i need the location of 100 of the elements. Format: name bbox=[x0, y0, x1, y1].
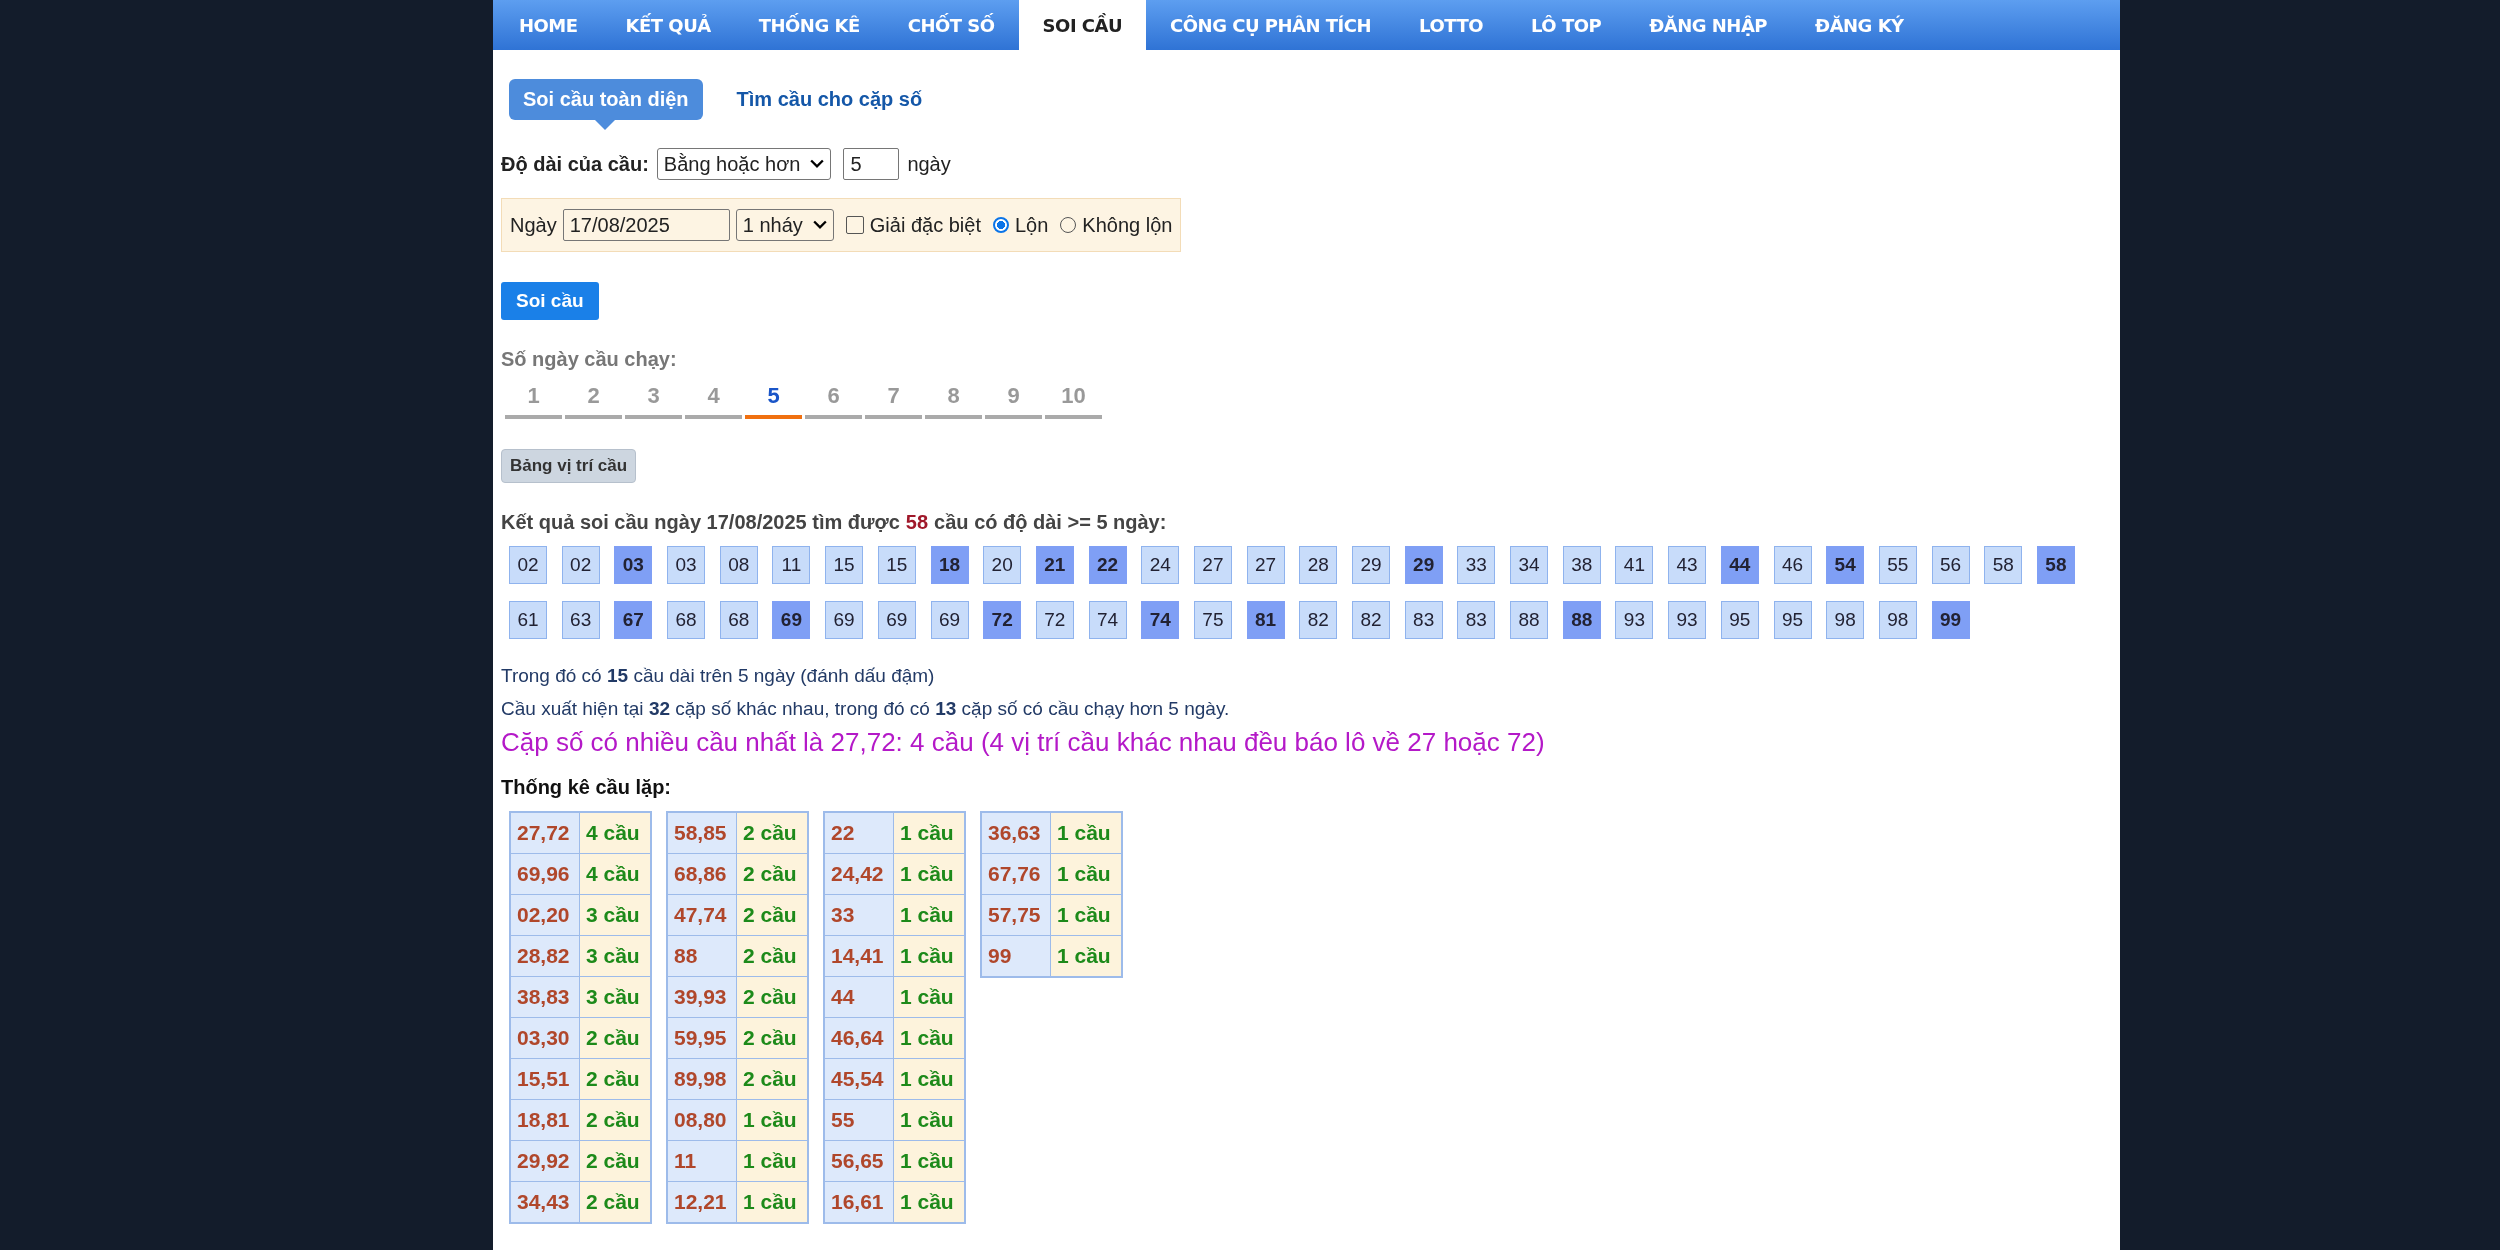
number-tag[interactable]: 21 bbox=[1035, 546, 1074, 584]
number-tag[interactable]: 28 bbox=[1299, 546, 1338, 584]
number-tag[interactable]: 93 bbox=[1615, 601, 1654, 639]
pair-cell: 67,76 bbox=[981, 853, 1051, 895]
number-tag[interactable]: 69 bbox=[772, 601, 811, 639]
checkbox[interactable] bbox=[845, 216, 864, 234]
number-tag[interactable]: 27 bbox=[1246, 546, 1285, 584]
number-tag[interactable]: 02 bbox=[509, 546, 547, 584]
pair-cell: 16,61 bbox=[824, 1181, 894, 1223]
number-tag[interactable]: 98 bbox=[1878, 601, 1917, 639]
number-tag[interactable]: 58 bbox=[1984, 546, 2023, 584]
count-cell: 1 cầu bbox=[893, 812, 965, 854]
nav-tab[interactable]: LOTTO bbox=[1395, 0, 1507, 50]
nav-tab[interactable]: THỐNG KÊ bbox=[734, 0, 884, 50]
number-tag[interactable]: 22 bbox=[1088, 546, 1127, 584]
number-tag[interactable]: 72 bbox=[1035, 601, 1074, 639]
nav-tab[interactable]: HOME bbox=[495, 0, 602, 50]
number-tag[interactable]: 93 bbox=[1668, 601, 1707, 639]
number-tag[interactable]: 15 bbox=[825, 546, 864, 584]
count-cell: 1 cầu bbox=[893, 1099, 965, 1141]
number-tag[interactable]: 88 bbox=[1562, 601, 1601, 639]
number-tag[interactable]: 24 bbox=[1141, 546, 1180, 584]
number-tag[interactable]: 68 bbox=[719, 601, 758, 639]
number-tag[interactable]: 61 bbox=[509, 601, 547, 639]
pair-cell: 14,41 bbox=[824, 935, 894, 977]
pair-cell: 59,95 bbox=[667, 1017, 737, 1059]
number-tag[interactable]: 02 bbox=[561, 546, 600, 584]
number-tag[interactable]: 20 bbox=[983, 546, 1022, 584]
number-tag[interactable]: 29 bbox=[1352, 546, 1390, 584]
count-cell: 1 cầu bbox=[893, 935, 965, 977]
number-tag[interactable]: 03 bbox=[667, 546, 706, 584]
nav-tab[interactable]: ĐĂNG NHẬP bbox=[1625, 0, 1792, 50]
number-tag[interactable]: 15 bbox=[877, 546, 916, 584]
number-tag[interactable]: 03 bbox=[614, 546, 653, 584]
pair-cell: 69,96 bbox=[510, 853, 580, 895]
number-tag[interactable]: 82 bbox=[1352, 601, 1390, 639]
result-heading: Kết quả soi cầu ngày 17/08/2025 tìm được bbox=[501, 511, 900, 534]
number-tag[interactable]: 58 bbox=[2036, 546, 2075, 584]
number-tag[interactable]: 69 bbox=[930, 601, 969, 639]
number-tag[interactable]: 68 bbox=[667, 601, 706, 639]
number-tag[interactable]: 56 bbox=[1931, 546, 1970, 584]
nav-tab[interactable]: KẾT QUẢ bbox=[601, 0, 735, 50]
number-tag[interactable]: 82 bbox=[1299, 601, 1338, 639]
nav-tab[interactable]: ĐĂNG KÝ bbox=[1791, 0, 1928, 50]
number-tag[interactable]: 83 bbox=[1404, 601, 1443, 639]
number-tag[interactable]: 99 bbox=[1931, 601, 1970, 639]
number-tag[interactable]: 43 bbox=[1668, 546, 1707, 584]
number-tag[interactable]: 18 bbox=[930, 546, 969, 584]
count-cell: 2 cầu bbox=[579, 1181, 651, 1223]
number-tag[interactable]: 41 bbox=[1615, 546, 1654, 584]
count-cell: 2 cầu bbox=[736, 1017, 808, 1059]
count-cell: 1 cầu bbox=[893, 853, 965, 895]
date-input[interactable]: 17/08/2025 bbox=[562, 209, 730, 241]
number-tag[interactable]: 69 bbox=[825, 601, 864, 639]
number-tag[interactable]: 81 bbox=[1246, 601, 1285, 639]
count-cell: 2 cầu bbox=[736, 976, 808, 1018]
count-cell: 2 cầu bbox=[579, 1058, 651, 1100]
number-tag[interactable]: 11 bbox=[772, 546, 811, 584]
nav-tab[interactable]: CHỐT SỐ bbox=[883, 0, 1019, 50]
number-tag[interactable]: 33 bbox=[1457, 546, 1496, 584]
day-tab[interactable]: 5 bbox=[745, 383, 802, 419]
number-tag[interactable]: 69 bbox=[877, 601, 916, 639]
count-cell: 2 cầu bbox=[579, 1099, 651, 1141]
number-tag[interactable]: 83 bbox=[1457, 601, 1496, 639]
number-tag[interactable]: 88 bbox=[1510, 601, 1549, 639]
number-tag[interactable]: 95 bbox=[1720, 601, 1759, 639]
nav-tab[interactable]: CÔNG CỤ PHÂN TÍCH bbox=[1146, 0, 1396, 50]
subtab[interactable]: Tìm cầu cho cặp số bbox=[722, 78, 937, 120]
count-cell: 2 cầu bbox=[736, 894, 808, 936]
radio-button[interactable] bbox=[992, 217, 1009, 233]
days-input[interactable]: 5 bbox=[843, 148, 900, 180]
number-tag[interactable]: 75 bbox=[1193, 601, 1232, 639]
number-tag[interactable]: 44 bbox=[1720, 546, 1759, 584]
position-table-button[interactable]: Bảng vị trí cầu bbox=[501, 449, 637, 483]
mode-dropdown[interactable]: 1 nháy bbox=[735, 209, 834, 241]
number-tag[interactable]: 95 bbox=[1773, 601, 1812, 639]
number-tag[interactable]: 74 bbox=[1088, 601, 1127, 639]
nav-tab[interactable]: LÔ TOP bbox=[1507, 0, 1626, 50]
pair-cell: 36,63 bbox=[981, 812, 1051, 854]
number-tag[interactable]: 67 bbox=[614, 601, 653, 639]
nav-tab[interactable]: SOI CẦU bbox=[1018, 0, 1147, 50]
submit-button[interactable]: Soi cầu bbox=[501, 282, 599, 320]
number-tag[interactable]: 46 bbox=[1773, 546, 1812, 584]
number-tag[interactable]: 55 bbox=[1878, 546, 1917, 584]
pair-cell: 68,86 bbox=[667, 853, 737, 895]
number-tag[interactable]: 74 bbox=[1141, 601, 1180, 639]
number-tag[interactable]: 72 bbox=[983, 601, 1022, 639]
pair-cell: 34,43 bbox=[510, 1181, 580, 1223]
number-tag[interactable]: 54 bbox=[1826, 546, 1865, 584]
number-tag[interactable]: 27 bbox=[1193, 546, 1232, 584]
number-tag[interactable]: 34 bbox=[1510, 546, 1549, 584]
pair-cell: 47,74 bbox=[667, 894, 737, 936]
number-tag[interactable]: 38 bbox=[1562, 546, 1601, 584]
count-cell: 1 cầu bbox=[893, 1181, 965, 1223]
number-tag[interactable]: 63 bbox=[561, 601, 600, 639]
number-tag[interactable]: 29 bbox=[1404, 546, 1443, 584]
number-tag[interactable]: 98 bbox=[1826, 601, 1865, 639]
pair-cell: 18,81 bbox=[510, 1099, 580, 1141]
number-tag[interactable]: 08 bbox=[719, 546, 758, 584]
length-dropdown[interactable]: Bằng hoặc hơn bbox=[656, 148, 832, 180]
